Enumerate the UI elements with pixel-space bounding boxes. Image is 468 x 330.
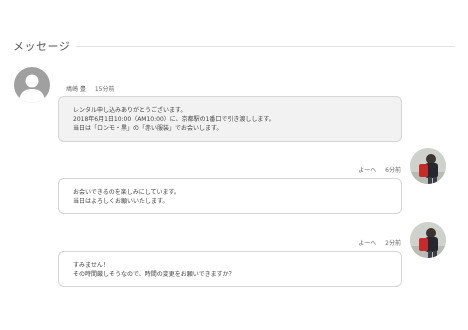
message-line: 当日は「ロンモ・黒」の「赤い服装」でお会いします。 <box>73 125 223 132</box>
message-bubble-incoming: レンタル申し込みありがとうございます。 2018年6月1日10:00（AM10:… <box>58 96 402 142</box>
section-title: メッセージ <box>13 40 71 53</box>
message-section-header: メッセージ <box>13 36 455 56</box>
message-time: 15分前 <box>94 86 115 93</box>
sender-name: よーへ <box>358 167 377 174</box>
section-divider <box>76 45 455 47</box>
message-line: すみません！ <box>73 262 109 269</box>
message-line: お会いできるのを楽しみにしています。 <box>73 189 180 196</box>
message-line: 当日はよろしくお願いいたします。 <box>73 198 169 205</box>
user-photo-icon[interactable] <box>410 148 446 184</box>
message-meta: よーへ 6分前 <box>358 165 401 174</box>
message-time: 6分前 <box>385 167 401 174</box>
message-time: 2分前 <box>385 240 401 247</box>
sender-name: よーへ <box>358 240 377 247</box>
message-meta: 鳩崎 豊 15分前 <box>66 84 114 93</box>
message-meta: よーへ 2分前 <box>358 238 401 247</box>
user-photo-icon[interactable] <box>410 222 446 258</box>
message-line: その時間厳しそうなので、時間の変更をお願いできますか？ <box>73 271 235 278</box>
sender-name: 鳩崎 豊 <box>66 86 86 93</box>
default-user-icon[interactable] <box>14 67 50 103</box>
message-bubble-outgoing: お会いできるのを楽しみにしています。 当日はよろしくお願いいたします。 <box>58 178 402 214</box>
message-line: 2018年6月1日10:00（AM10:00）に、京都駅の1番口で引き渡しします… <box>73 116 275 123</box>
message-bubble-outgoing: すみません！ その時間厳しそうなので、時間の変更をお願いできますか？ <box>58 251 402 287</box>
message-line: レンタル申し込みありがとうございます。 <box>73 107 187 114</box>
